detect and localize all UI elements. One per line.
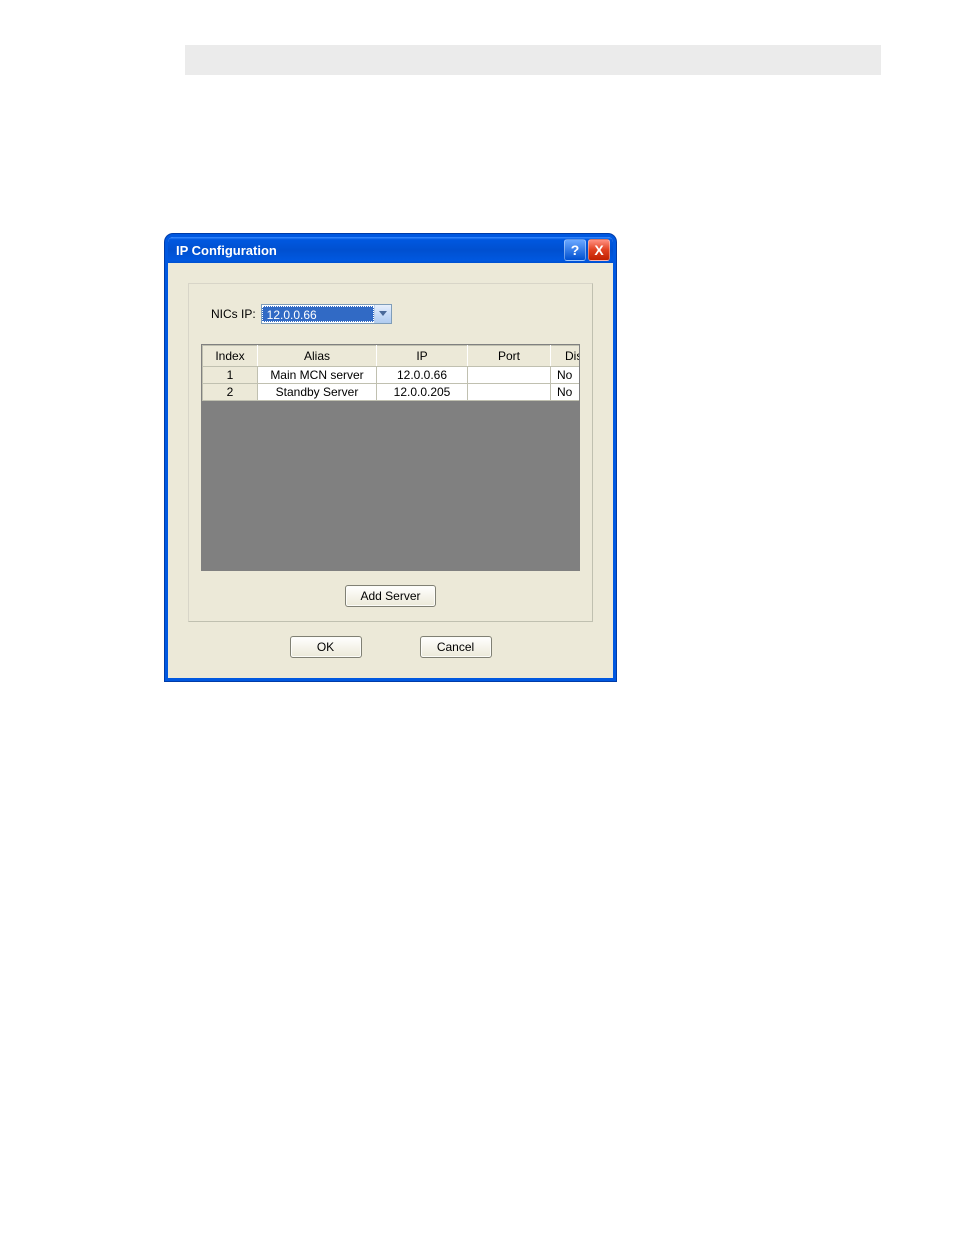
- col-header-disable[interactable]: Disable: [551, 346, 581, 367]
- add-server-row: Add Server: [201, 585, 580, 607]
- help-button[interactable]: ?: [564, 239, 586, 261]
- ok-button-label: OK: [317, 640, 334, 654]
- add-server-button[interactable]: Add Server: [345, 585, 435, 607]
- table-row[interactable]: 2 Standby Server 12.0.0.205 No: [203, 384, 581, 401]
- nics-ip-label: NICs IP:: [211, 307, 256, 321]
- cell-index: 2: [203, 384, 258, 401]
- dialog-title: IP Configuration: [176, 243, 277, 258]
- cell-disable[interactable]: No: [551, 367, 581, 384]
- cell-port[interactable]: [468, 367, 551, 384]
- nics-ip-row: NICs IP: 12.0.0.66: [211, 304, 580, 324]
- close-icon: X: [594, 242, 603, 258]
- cell-alias[interactable]: Standby Server: [258, 384, 377, 401]
- help-icon: ?: [571, 242, 580, 258]
- nics-ip-combobox[interactable]: 12.0.0.66: [261, 304, 392, 324]
- cell-port[interactable]: [468, 384, 551, 401]
- servers-grid[interactable]: Index Alias IP Port Disable 1 Main MCN s…: [201, 344, 580, 571]
- col-header-alias[interactable]: Alias: [258, 346, 377, 367]
- cell-index: 1: [203, 367, 258, 384]
- content-panel: NICs IP: 12.0.0.66 Index Alias IP: [188, 283, 593, 622]
- cancel-button-label: Cancel: [437, 640, 474, 654]
- cell-alias[interactable]: Main MCN server: [258, 367, 377, 384]
- title-bar-buttons: ? X: [564, 239, 610, 261]
- col-header-ip[interactable]: IP: [377, 346, 468, 367]
- document-top-bar: [185, 45, 881, 75]
- ip-configuration-dialog: IP Configuration ? X NICs IP: 12.0.0.66: [165, 234, 616, 681]
- table-header-row: Index Alias IP Port Disable: [203, 346, 581, 367]
- ok-button[interactable]: OK: [290, 636, 362, 658]
- close-button[interactable]: X: [588, 239, 610, 261]
- col-header-port[interactable]: Port: [468, 346, 551, 367]
- dialog-body: NICs IP: 12.0.0.66 Index Alias IP: [168, 263, 613, 678]
- col-header-index[interactable]: Index: [203, 346, 258, 367]
- servers-table: Index Alias IP Port Disable 1 Main MCN s…: [202, 345, 580, 401]
- cell-ip[interactable]: 12.0.0.66: [377, 367, 468, 384]
- chevron-down-icon: [374, 305, 391, 323]
- nics-ip-selected-value: 12.0.0.66: [262, 306, 374, 322]
- cancel-button[interactable]: Cancel: [420, 636, 492, 658]
- cell-disable[interactable]: No: [551, 384, 581, 401]
- cell-ip[interactable]: 12.0.0.205: [377, 384, 468, 401]
- table-row[interactable]: 1 Main MCN server 12.0.0.66 No: [203, 367, 581, 384]
- title-bar: IP Configuration ? X: [168, 237, 613, 263]
- ok-cancel-row: OK Cancel: [188, 636, 593, 658]
